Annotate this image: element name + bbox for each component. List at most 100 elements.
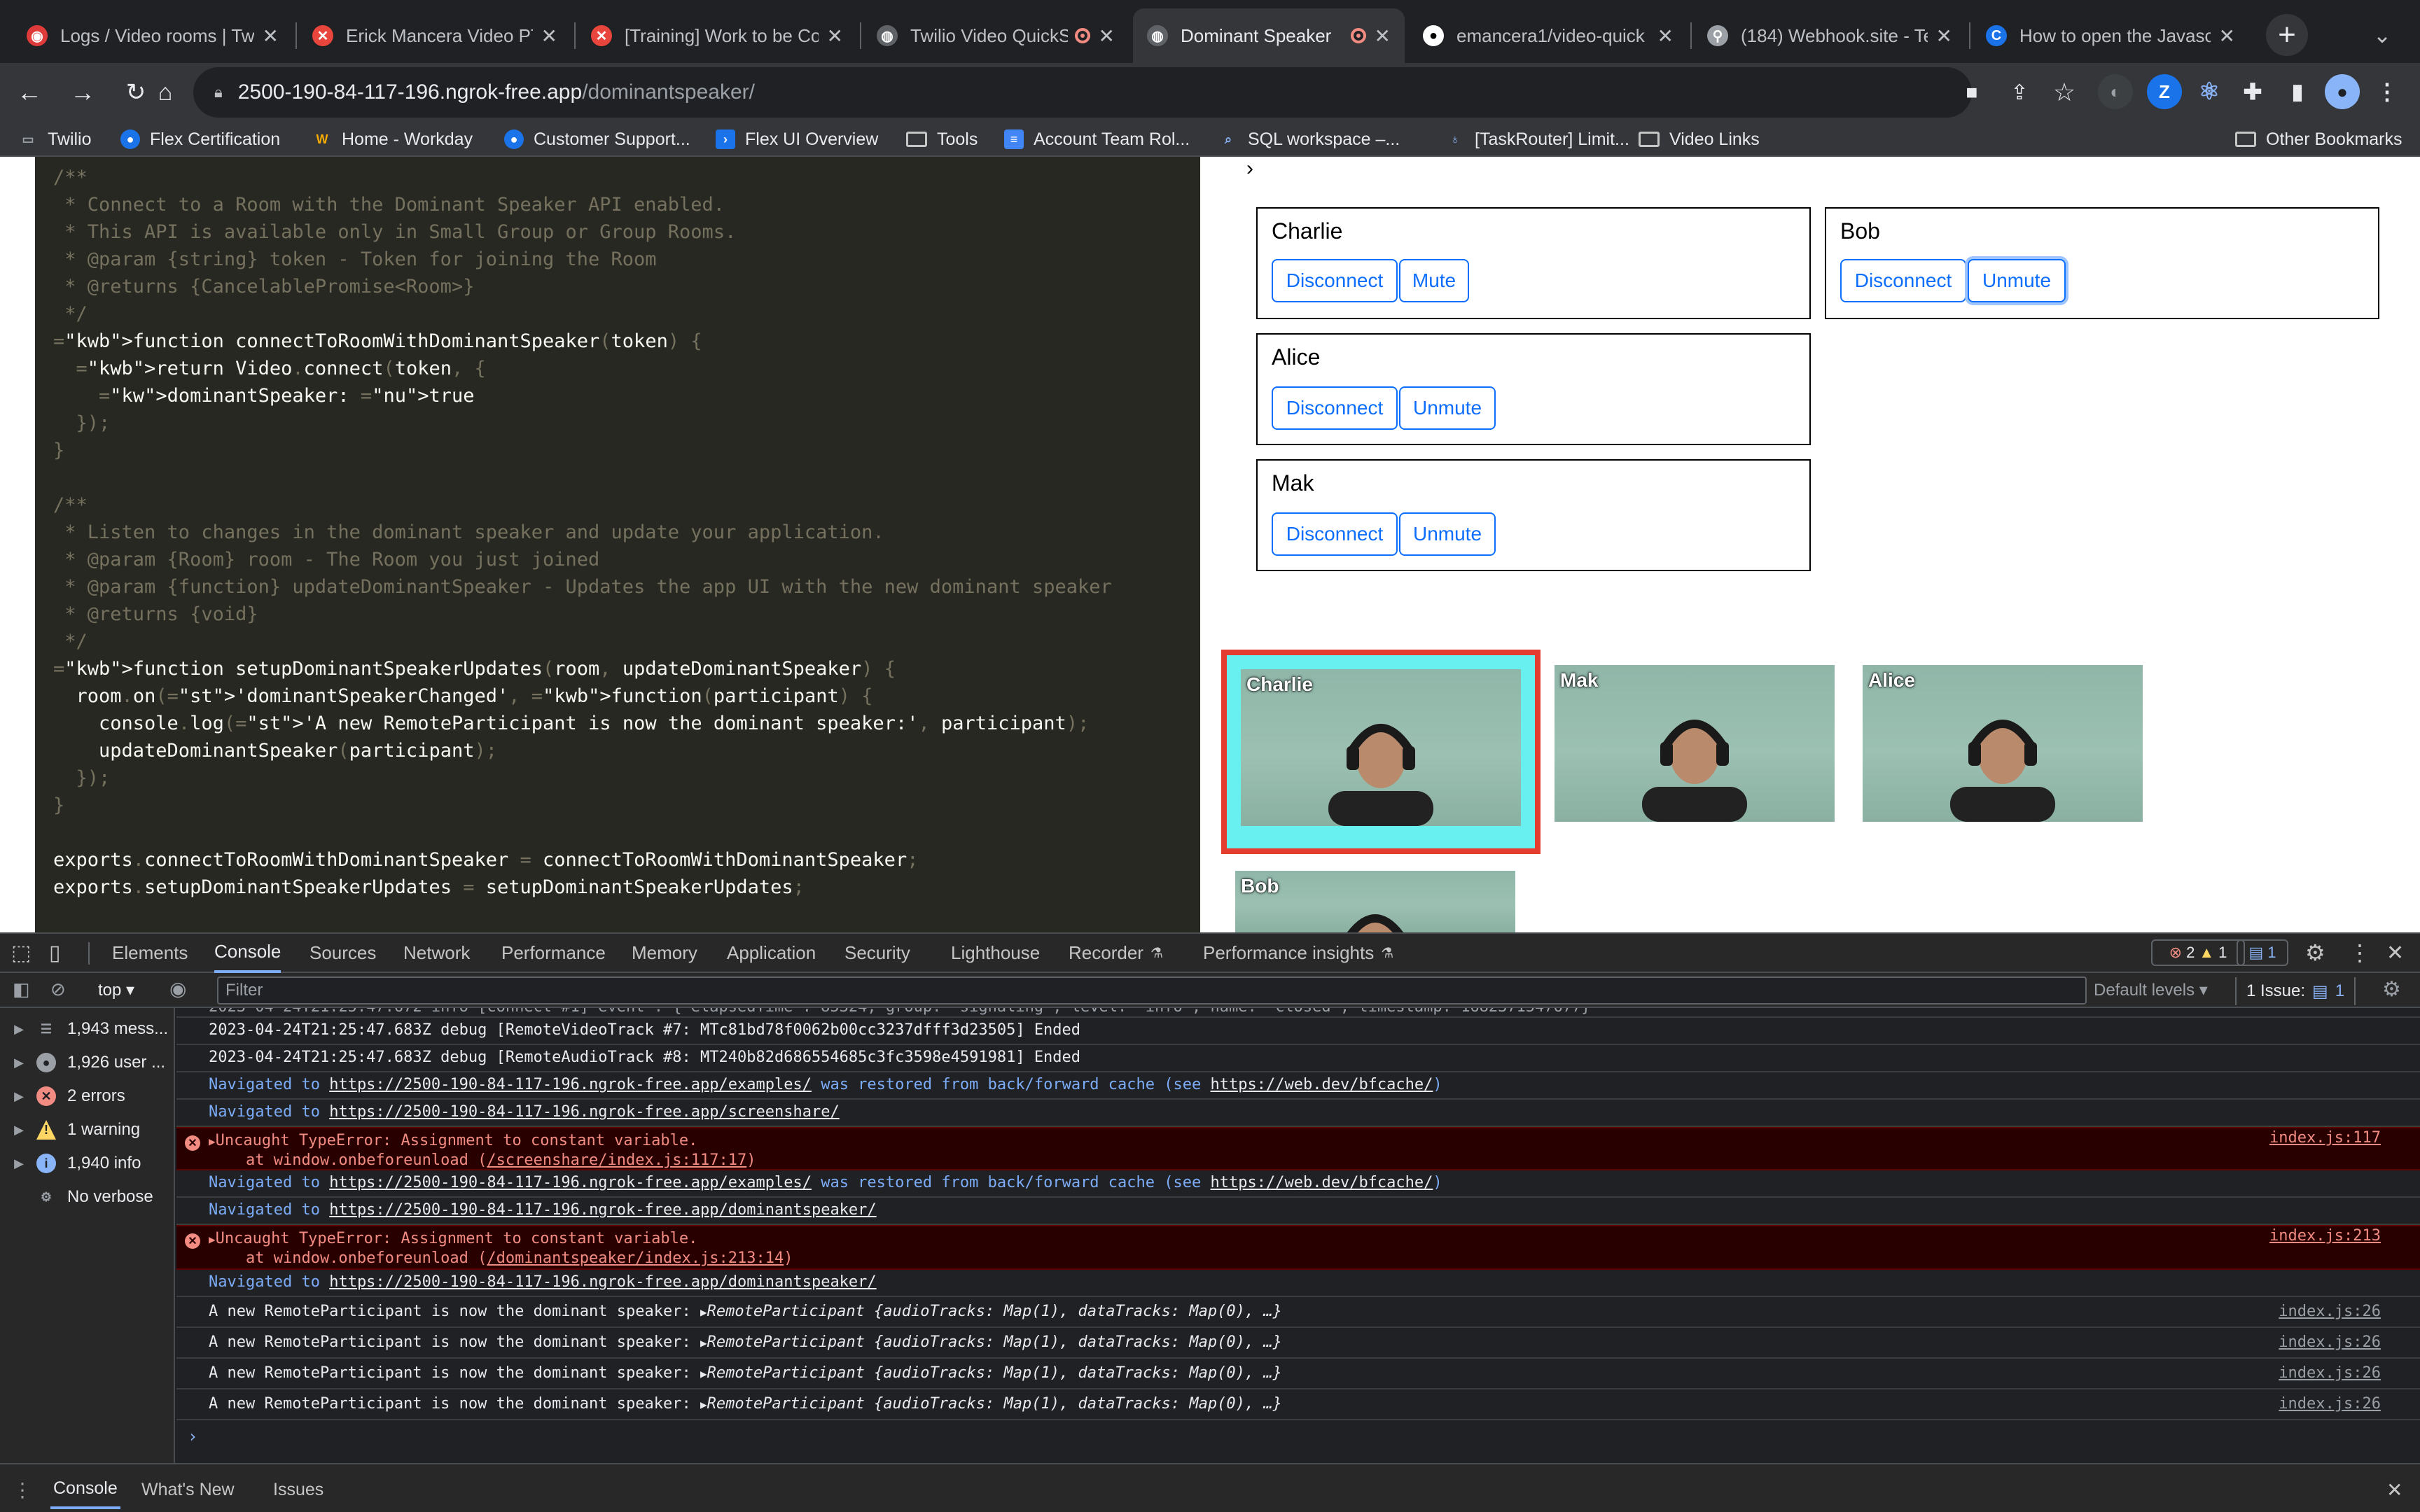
expand-triangle-icon[interactable]: ▶ xyxy=(700,1336,707,1350)
back-icon[interactable]: ← xyxy=(7,70,52,115)
clear-console-icon[interactable]: ⊘ xyxy=(50,979,66,1000)
tab-performance-insights[interactable]: Performance insights ⚗ xyxy=(1203,932,1393,973)
close-tab-icon[interactable]: ✕ xyxy=(1099,24,1115,48)
side-panel-icon[interactable]: ▮ xyxy=(2280,74,2315,109)
browser-tab-erick[interactable]: ✕ Erick Mancera Video PT / ✕ xyxy=(298,8,571,63)
home-icon[interactable]: ⌂ xyxy=(143,70,188,115)
console-link[interactable]: https://web.dev/bfcache/ xyxy=(1211,1174,1433,1191)
console-link[interactable]: https://2500-190-84-117-196.ngrok-free.a… xyxy=(329,1273,876,1291)
close-drawer-icon[interactable]: ✕ xyxy=(2386,1470,2402,1509)
sidebar-item-info[interactable]: ▶ i 1,940 info xyxy=(0,1147,175,1180)
drawer-tab-issues[interactable]: Issues xyxy=(273,1470,324,1509)
drawer-tab-whats-new[interactable]: What's New xyxy=(141,1470,235,1509)
issues-counter[interactable]: 1 Issue: ▤ 1 xyxy=(2235,977,2356,1005)
inspect-element-icon[interactable]: ⬚ xyxy=(11,932,31,973)
tab-console[interactable]: Console xyxy=(214,932,281,973)
sidebar-item-warnings[interactable]: ▶! 1 warning xyxy=(0,1113,175,1147)
settings-gear-icon[interactable]: ⚙ xyxy=(2305,932,2325,973)
object-name[interactable]: RemoteParticipant xyxy=(707,1303,865,1320)
close-tab-icon[interactable]: ✕ xyxy=(1936,24,1952,48)
bookmark-workday[interactable]: W Home - Workday xyxy=(312,120,473,158)
browser-tab-github[interactable]: ● emancera1/video-quick ✕ xyxy=(1409,8,1688,63)
bookmark-tools[interactable]: Tools xyxy=(906,120,978,158)
context-selector[interactable]: top ▾ xyxy=(98,980,134,1000)
console-link[interactable]: https://2500-190-84-117-196.ngrok-free.a… xyxy=(329,1174,812,1191)
close-tab-icon[interactable]: ✕ xyxy=(1375,24,1391,48)
menu-kebab-icon[interactable]: ⋮ xyxy=(2370,74,2405,109)
source-link[interactable]: index.js:26 xyxy=(2279,1390,2381,1419)
disconnect-button[interactable]: Disconnect xyxy=(1272,386,1398,430)
disconnect-button[interactable]: Disconnect xyxy=(1840,259,1966,302)
tab-security[interactable]: Security xyxy=(844,932,910,973)
message-counter[interactable]: ▤ 1 xyxy=(2237,939,2288,966)
disconnect-button[interactable]: Disconnect xyxy=(1272,512,1398,556)
close-tab-icon[interactable]: ✕ xyxy=(541,24,557,48)
sidebar-item-user-messages[interactable]: ▶ ● 1,926 user ... xyxy=(0,1046,175,1079)
console-prompt-input[interactable]: › xyxy=(188,1427,197,1446)
tab-application[interactable]: Application xyxy=(727,932,816,973)
drawer-menu-icon[interactable]: ⋮ xyxy=(13,1470,32,1509)
live-expression-eye-icon[interactable]: ◉ xyxy=(169,977,186,1000)
object-name[interactable]: RemoteParticipant xyxy=(707,1334,865,1351)
close-tab-icon[interactable]: ✕ xyxy=(263,24,279,48)
bookmark-flex-ui[interactable]: › Flex UI Overview xyxy=(716,120,878,158)
devtools-menu-icon[interactable]: ⋮ xyxy=(2349,932,2371,973)
bookmark-twilio[interactable]: ▭ Twilio xyxy=(18,120,91,158)
browser-tab-quickstart[interactable]: ◍ Twilio Video QuickSt ✕ xyxy=(863,8,1129,63)
sidebar-item-verbose[interactable]: ⚙ No verbose xyxy=(0,1180,175,1214)
console-settings-icon[interactable]: ⚙ xyxy=(2382,977,2401,1002)
tab-sources[interactable]: Sources xyxy=(310,932,376,973)
expand-triangle-icon[interactable]: ▶ xyxy=(700,1398,707,1411)
console-link[interactable]: https://web.dev/bfcache/ xyxy=(1211,1076,1433,1093)
object-preview[interactable]: {audioTracks: Map(1), dataTracks: Map(0)… xyxy=(874,1334,1282,1351)
share-icon[interactable]: ⇪ xyxy=(1997,70,2042,115)
bookmark-account-team[interactable]: ≡ Account Team Rol... xyxy=(1004,120,1190,158)
log-levels-dropdown[interactable]: Default levels ▾ xyxy=(2094,980,2208,1000)
tab-performance[interactable]: Performance xyxy=(501,932,606,973)
tab-elements[interactable]: Elements xyxy=(112,932,188,973)
new-tab-button[interactable]: + xyxy=(2266,14,2308,56)
mute-button[interactable]: Mute xyxy=(1399,259,1469,302)
expand-triangle-icon[interactable]: ▶ xyxy=(700,1367,707,1380)
sidebar-item-messages[interactable]: ▶ ☰ 1,943 mess... xyxy=(0,1012,175,1046)
react-devtools-icon[interactable]: ⚛ xyxy=(2192,74,2227,109)
tab-recorder[interactable]: Recorder ⚗ xyxy=(1069,932,1163,973)
sidebar-toggle-icon[interactable]: ◧ xyxy=(13,979,30,1000)
address-bar[interactable]: 🔒︎ 2500-190-84-117-196.ngrok-free.app/do… xyxy=(193,67,1972,118)
close-tab-icon[interactable]: ✕ xyxy=(1657,24,1674,48)
object-preview[interactable]: {audioTracks: Map(1), dataTracks: Map(0)… xyxy=(874,1303,1282,1320)
console-line-error[interactable]: ✕ ▶Uncaught TypeError: Assignment to cons… xyxy=(176,1127,2420,1170)
browser-tab-webhook[interactable]: ⚲ (184) Webhook.site - Te ✕ xyxy=(1693,8,1966,63)
expand-triangle-icon[interactable]: ▶ xyxy=(700,1306,707,1319)
sidebar-item-errors[interactable]: ▶ ✕ 2 errors xyxy=(0,1079,175,1113)
error-warning-counter[interactable]: ⊗ 2 ▲ 1 xyxy=(2151,939,2245,966)
unmute-button[interactable]: Unmute xyxy=(1399,386,1496,430)
bookmark-flex-certification[interactable]: ● Flex Certification xyxy=(120,120,280,158)
close-devtools-icon[interactable]: ✕ xyxy=(2386,932,2404,973)
device-toolbar-icon[interactable]: ▯ xyxy=(49,932,61,973)
object-name[interactable]: RemoteParticipant xyxy=(707,1395,865,1413)
console-link[interactable]: https://2500-190-84-117-196.ngrok-free.a… xyxy=(329,1076,812,1093)
expand-triangle-icon[interactable]: ▶ xyxy=(209,1135,216,1148)
source-link[interactable]: index.js:26 xyxy=(2279,1328,2381,1357)
console-line-error[interactable]: ✕ ▶Uncaught TypeError: Assignment to cons… xyxy=(176,1225,2420,1270)
browser-tab-javascript[interactable]: C How to open the Javasc ✕ xyxy=(1972,8,2249,63)
error-location-link[interactable]: /dominantspeaker/index.js:213:14 xyxy=(487,1250,784,1267)
other-bookmarks[interactable]: Other Bookmarks xyxy=(2235,120,2402,158)
source-link[interactable]: index.js:26 xyxy=(2279,1359,2381,1388)
error-location-link[interactable]: /screenshare/index.js:117:17 xyxy=(487,1152,746,1169)
source-link[interactable]: index.js:213 xyxy=(2269,1226,2381,1245)
source-link[interactable]: index.js:117 xyxy=(2269,1128,2381,1147)
console-link[interactable]: https://2500-190-84-117-196.ngrok-free.a… xyxy=(329,1201,876,1219)
disconnect-button[interactable]: Disconnect xyxy=(1272,259,1398,302)
camera-icon[interactable]: ■ xyxy=(1949,70,1994,115)
browser-tab-dominant-speaker[interactable]: ◍ Dominant Speaker ✕ xyxy=(1133,8,1405,63)
close-tab-icon[interactable]: ✕ xyxy=(2219,24,2235,48)
tab-search-icon[interactable]: ⌄ xyxy=(2361,14,2403,56)
unmute-button[interactable]: Unmute xyxy=(1968,259,2066,302)
object-preview[interactable]: {audioTracks: Map(1), dataTracks: Map(0)… xyxy=(874,1395,1282,1413)
bookmark-star-icon[interactable]: ☆ xyxy=(2042,70,2087,115)
filter-input[interactable]: Filter xyxy=(217,976,2087,1004)
drawer-tab-console[interactable]: Console xyxy=(50,1470,120,1509)
unmute-button[interactable]: Unmute xyxy=(1399,512,1496,556)
